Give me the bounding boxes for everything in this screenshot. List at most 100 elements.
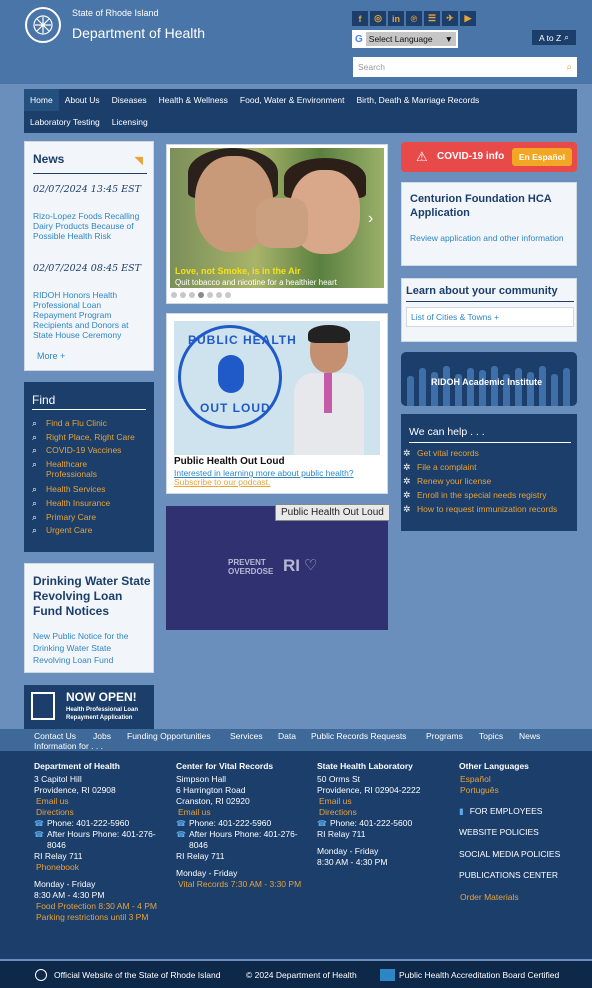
for-employees-link[interactable]: ▮ FOR EMPLOYEES [459,806,542,817]
nav-item-diseases[interactable]: Diseases [106,89,153,111]
nav-item-about-us[interactable]: About Us [59,89,106,111]
facebook-icon[interactable]: f [352,11,368,26]
official-website-link[interactable]: Official Website of the State of Rhode I… [54,970,220,980]
department-name[interactable]: Department of Health [72,25,205,41]
prevent-overdose-banner[interactable]: PREVENT OVERDOSE RI ♡ [166,506,388,630]
nav-item-birth-death-marriage[interactable]: Birth, Death & Marriage Records [350,89,485,111]
after-hours-phone[interactable]: After Hours Phone: 401-276-8046 [189,829,310,851]
drinking-water-title[interactable]: Drinking Water State Revolving Loan Fund… [33,574,151,619]
slide-caption-title[interactable]: Love, not Smoke, is in the Air [175,266,301,276]
email-link[interactable]: Email us [178,807,310,818]
search-input[interactable]: Search ⌕ [353,57,577,77]
a-to-z-button[interactable]: A to Z ⌕ [532,30,576,45]
order-materials-link[interactable]: Order Materials [460,892,519,902]
podcast-image[interactable]: PUBLIC HEALTH OUT LOUD [174,321,380,455]
ridoh-academic-banner[interactable]: RIDOH Academic Institute [401,352,577,406]
vital-records-hours-link[interactable]: Vital Records 7:30 AM - 3:30 PM [178,879,310,890]
email-link[interactable]: Email us [319,796,451,807]
phonebook-link[interactable]: Phonebook [36,862,164,873]
help-item[interactable]: ✲ Enroll in the special needs registry [403,490,546,501]
find-item[interactable]: ⌕ Urgent Care [32,525,152,535]
footer-link-news[interactable]: News [519,731,540,741]
footer-link-jobs[interactable]: Jobs [93,731,111,741]
centurion-link[interactable]: Review application and other information [410,233,570,244]
hero-slider[interactable]: › Love, not Smoke, is in the Air Quit to… [166,144,388,304]
slider-dot[interactable] [180,292,186,298]
help-item[interactable]: ✲ Get vital records [403,448,479,459]
footer-link-programs[interactable]: Programs [426,731,463,741]
directions-link[interactable]: Directions [36,807,164,818]
podcast-subscribe-link[interactable]: Subscribe to our podcast. [174,477,270,487]
find-item[interactable]: ⌕ Healthcare Professionals [32,459,122,479]
covid-info-banner[interactable]: ⚠ COVID-19 info En Español [401,142,577,172]
slider-dot[interactable] [171,292,177,298]
en-espanol-button[interactable]: En Español [512,148,572,166]
publications-center-link[interactable]: PUBLICATIONS CENTER [459,870,558,880]
state-name[interactable]: State of Rhode Island [72,8,159,18]
relay-text: RI Relay 711 [176,851,225,861]
podcast-title[interactable]: Public Health Out Loud [174,456,285,467]
phone-number[interactable]: Phone: 401-222-5960 [47,818,129,829]
search-icon[interactable]: ⌕ [566,62,572,73]
instagram-icon[interactable]: ◎ [370,11,386,26]
find-item[interactable]: ⌕ COVID-19 Vaccines [32,445,152,455]
footer-link-contact-us[interactable]: Contact Us [34,731,76,741]
find-item[interactable]: ⌕ Find a Flu Clinic [32,418,152,428]
nav-item-licensing[interactable]: Licensing [106,111,154,133]
find-item[interactable]: ⌕ Health Insurance [32,498,152,508]
drinking-water-link[interactable]: New Public Notice for the Drinking Water… [33,630,145,666]
community-title[interactable]: Learn about your community [406,285,558,297]
footer-link-funding[interactable]: Funding Opportunities [127,731,211,741]
slide-image[interactable]: › Love, not Smoke, is in the Air Quit to… [170,148,384,288]
help-item[interactable]: ✲ How to request immunization records [403,504,557,515]
chevron-right-icon[interactable]: › [368,210,373,228]
help-item[interactable]: ✲ Renew your license [403,476,491,487]
news-title[interactable]: News [33,152,64,166]
nav-item-food-water-environment[interactable]: Food, Water & Environment [234,89,351,111]
linkedin-icon[interactable]: in [388,11,404,26]
slider-dot[interactable] [216,292,222,298]
nav-item-home[interactable]: Home [24,89,59,111]
ri-health-seal-logo[interactable] [25,7,61,43]
phone-number[interactable]: Phone: 401-222-5600 [330,818,412,829]
footer-link-services[interactable]: Services [230,731,263,741]
phone-number[interactable]: Phone: 401-222-5960 [189,818,271,829]
parking-link[interactable]: Parking restrictions until 3 PM [36,912,164,923]
rss-icon[interactable]: ◥ [135,154,143,167]
youtube-icon[interactable]: ▶ [460,11,476,26]
slider-dot[interactable] [189,292,195,298]
email-link[interactable]: Email us [36,796,164,807]
footer-link-topics[interactable]: Topics [479,731,503,741]
help-item[interactable]: ✲ File a complaint [403,462,477,473]
find-item[interactable]: ⌕ Health Services [32,484,152,494]
slider-dot[interactable] [207,292,213,298]
rss-icon[interactable]: ☰ [424,11,440,26]
slider-dot-active[interactable] [198,292,204,298]
find-item[interactable]: ⌕ Primary Care [32,512,152,522]
slider-dot[interactable] [225,292,231,298]
news-more-link[interactable]: More + [37,351,65,361]
espanol-link[interactable]: Español [460,774,491,784]
footer-link-information-for[interactable]: Information for . . . [34,741,103,751]
directions-link[interactable]: Directions [319,807,451,818]
footer-link-data[interactable]: Data [278,731,296,741]
find-item[interactable]: ⌕ Right Place, Right Care [32,432,152,442]
website-policies-link[interactable]: WEBSITE POLICIES [459,827,539,837]
nav-item-health-wellness[interactable]: Health & Wellness [153,89,234,111]
nav-item-laboratory-testing[interactable]: Laboratory Testing [24,111,106,133]
language-selector[interactable]: G Select Language ▼ [352,30,458,48]
language-dropdown[interactable]: Select Language ▼ [365,32,456,46]
pinterest-icon[interactable]: ℗ [406,11,422,26]
twitter-icon[interactable]: ✈ [442,11,458,26]
now-open-banner[interactable]: NOW OPEN! Health Professional Loan Repay… [24,685,154,729]
news-link[interactable]: RIDOH Honors Health Professional Loan Re… [33,290,145,340]
footer-link-public-records[interactable]: Public Records Requests [311,731,406,741]
centurion-title[interactable]: Centurion Foundation HCA Application [410,192,570,220]
food-protection-link[interactable]: Food Protection 8:30 AM - 4 PM [36,901,164,912]
social-media-policies-link[interactable]: SOCIAL MEDIA POLICIES [459,849,560,859]
accreditation-link[interactable]: Public Health Accreditation Board Certif… [399,970,559,980]
cities-towns-link[interactable]: List of Cities & Towns + [406,307,574,327]
portugues-link[interactable]: Português [460,785,499,795]
after-hours-phone[interactable]: After Hours Phone: 401-276-8046 [47,829,164,851]
news-link[interactable]: Rizo-Lopez Foods Recalling Dairy Product… [33,211,145,241]
